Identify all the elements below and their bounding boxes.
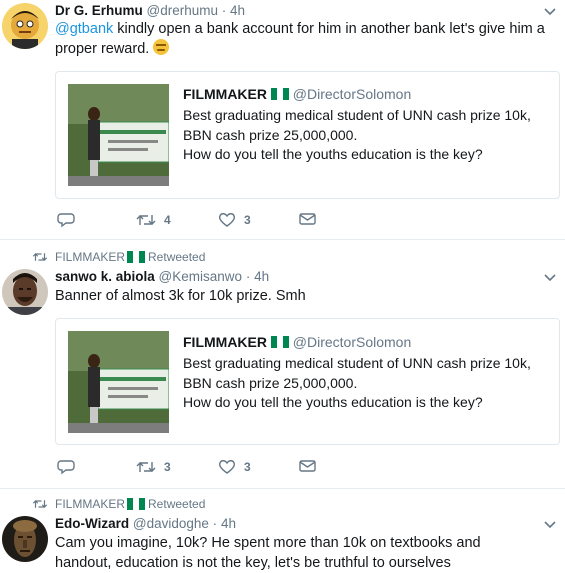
nigeria-flag-icon	[127, 251, 146, 263]
retweet-count: 4	[164, 213, 171, 227]
quoted-text-line: Best graduating medical student of UNN c…	[183, 355, 531, 371]
avatar[interactable]	[2, 516, 48, 562]
envelope-icon	[299, 460, 316, 472]
quoted-text-line: BBN cash prize 25,000,000.	[183, 374, 358, 391]
retweet-button[interactable]: 4	[136, 212, 171, 228]
like-count: 3	[244, 213, 251, 227]
timestamp[interactable]: 4h	[230, 3, 245, 18]
tweet-text: @gtbank kindly open a bank account for h…	[55, 19, 545, 59]
retweeted-label: Retweeted	[148, 497, 206, 511]
tweet[interactable]: Dr G. Erhumu @drerhumu · 4h @gtbank kind…	[0, 0, 565, 240]
retweet-button[interactable]: 3	[136, 459, 171, 475]
tweet-header: sanwo k. abiola @Kemisanwo · 4h	[55, 269, 269, 284]
tweet-header: Edo-Wizard @davidoghe · 4h	[55, 516, 236, 531]
quoted-author-name[interactable]: FILMMAKER	[183, 86, 267, 102]
chevron-down-icon[interactable]	[543, 271, 557, 285]
quoted-text-line: Best graduating medical student of UNN c…	[183, 107, 531, 123]
like-count: 3	[244, 460, 251, 474]
quoted-author: FILMMAKER @DirectorSolomon	[183, 86, 411, 102]
retweet-icon	[136, 215, 156, 225]
retweet-icon	[136, 462, 156, 472]
retweeted-by: FILMMAKER Retweeted	[32, 497, 205, 511]
retweet-count: 3	[164, 460, 171, 474]
retweeted-by: FILMMAKER Retweeted	[32, 250, 205, 264]
separator: ·	[212, 516, 218, 531]
reply-button[interactable]	[57, 212, 75, 228]
author-name[interactable]: sanwo k. abiola	[55, 269, 155, 284]
quoted-author-name[interactable]: FILMMAKER	[183, 334, 267, 350]
chevron-down-icon[interactable]	[543, 5, 557, 19]
retweeted-label: Retweeted	[148, 250, 206, 264]
quoted-tweet[interactable]: FILMMAKER @DirectorSolomon Best graduati…	[55, 71, 560, 199]
quoted-text: Best graduating medical student of UNN c…	[183, 106, 553, 165]
direct-message-button[interactable]	[299, 212, 317, 226]
tweet-body: kindly open a bank account for him in an…	[55, 21, 545, 57]
tweet[interactable]: FILMMAKER Retweeted Edo-Wizard @davidogh…	[0, 490, 565, 571]
like-button[interactable]: 3	[218, 212, 251, 228]
quoted-author: FILMMAKER @DirectorSolomon	[183, 334, 411, 350]
quoted-text-line: How do you tell the youths education is …	[183, 146, 483, 162]
timestamp[interactable]: 4h	[221, 516, 236, 531]
quoted-author-handle[interactable]: @DirectorSolomon	[293, 334, 411, 350]
author-name[interactable]: Dr G. Erhumu	[55, 3, 143, 18]
quoted-text: Best graduating medical student of UNN c…	[183, 354, 553, 413]
avatar[interactable]	[2, 269, 48, 315]
retweet-icon	[32, 253, 48, 261]
mention-link[interactable]: @gtbank	[55, 21, 113, 37]
reply-button[interactable]	[57, 459, 75, 475]
quoted-author-handle[interactable]: @DirectorSolomon	[293, 86, 411, 102]
tweet-text: Cam you imagine, 10k? He spent more than…	[55, 535, 481, 571]
heart-icon	[218, 460, 236, 474]
retweeter-name[interactable]: FILMMAKER	[55, 250, 125, 264]
expressionless-face-icon	[153, 39, 170, 55]
tweet-text: Banner of almost 3k for 10k prize. Smh	[55, 288, 306, 304]
retweet-icon	[32, 500, 48, 508]
like-button[interactable]: 3	[218, 459, 251, 475]
reply-icon	[57, 213, 75, 228]
chevron-down-icon[interactable]	[543, 518, 557, 532]
author-handle[interactable]: @drerhumu	[147, 3, 218, 18]
direct-message-button[interactable]	[299, 459, 317, 473]
heart-icon	[218, 213, 236, 227]
quoted-text-line: BBN cash prize 25,000,000.	[183, 126, 358, 143]
tweet-header: Dr G. Erhumu @drerhumu · 4h	[55, 3, 245, 18]
author-name[interactable]: Edo-Wizard	[55, 516, 129, 531]
tweet[interactable]: FILMMAKER Retweeted sanwo k. abiola @Kem…	[0, 241, 565, 489]
quoted-text-line: How do you tell the youths education is …	[183, 394, 483, 410]
quoted-tweet[interactable]: FILMMAKER @DirectorSolomon Best graduati…	[55, 318, 560, 445]
retweeter-name[interactable]: FILMMAKER	[55, 497, 125, 511]
author-handle[interactable]: @davidoghe	[133, 516, 209, 531]
nigeria-flag-icon	[127, 498, 146, 510]
quoted-tweet-image[interactable]	[68, 84, 169, 186]
nigeria-flag-icon	[270, 87, 289, 100]
timestamp[interactable]: 4h	[254, 269, 269, 284]
separator: ·	[221, 3, 227, 18]
nigeria-flag-icon	[270, 335, 289, 348]
author-handle[interactable]: @Kemisanwo	[159, 269, 243, 284]
avatar[interactable]	[2, 3, 48, 49]
separator: ·	[245, 269, 251, 284]
quoted-tweet-image[interactable]	[68, 331, 169, 433]
reply-icon	[57, 460, 75, 475]
envelope-icon	[299, 213, 316, 225]
